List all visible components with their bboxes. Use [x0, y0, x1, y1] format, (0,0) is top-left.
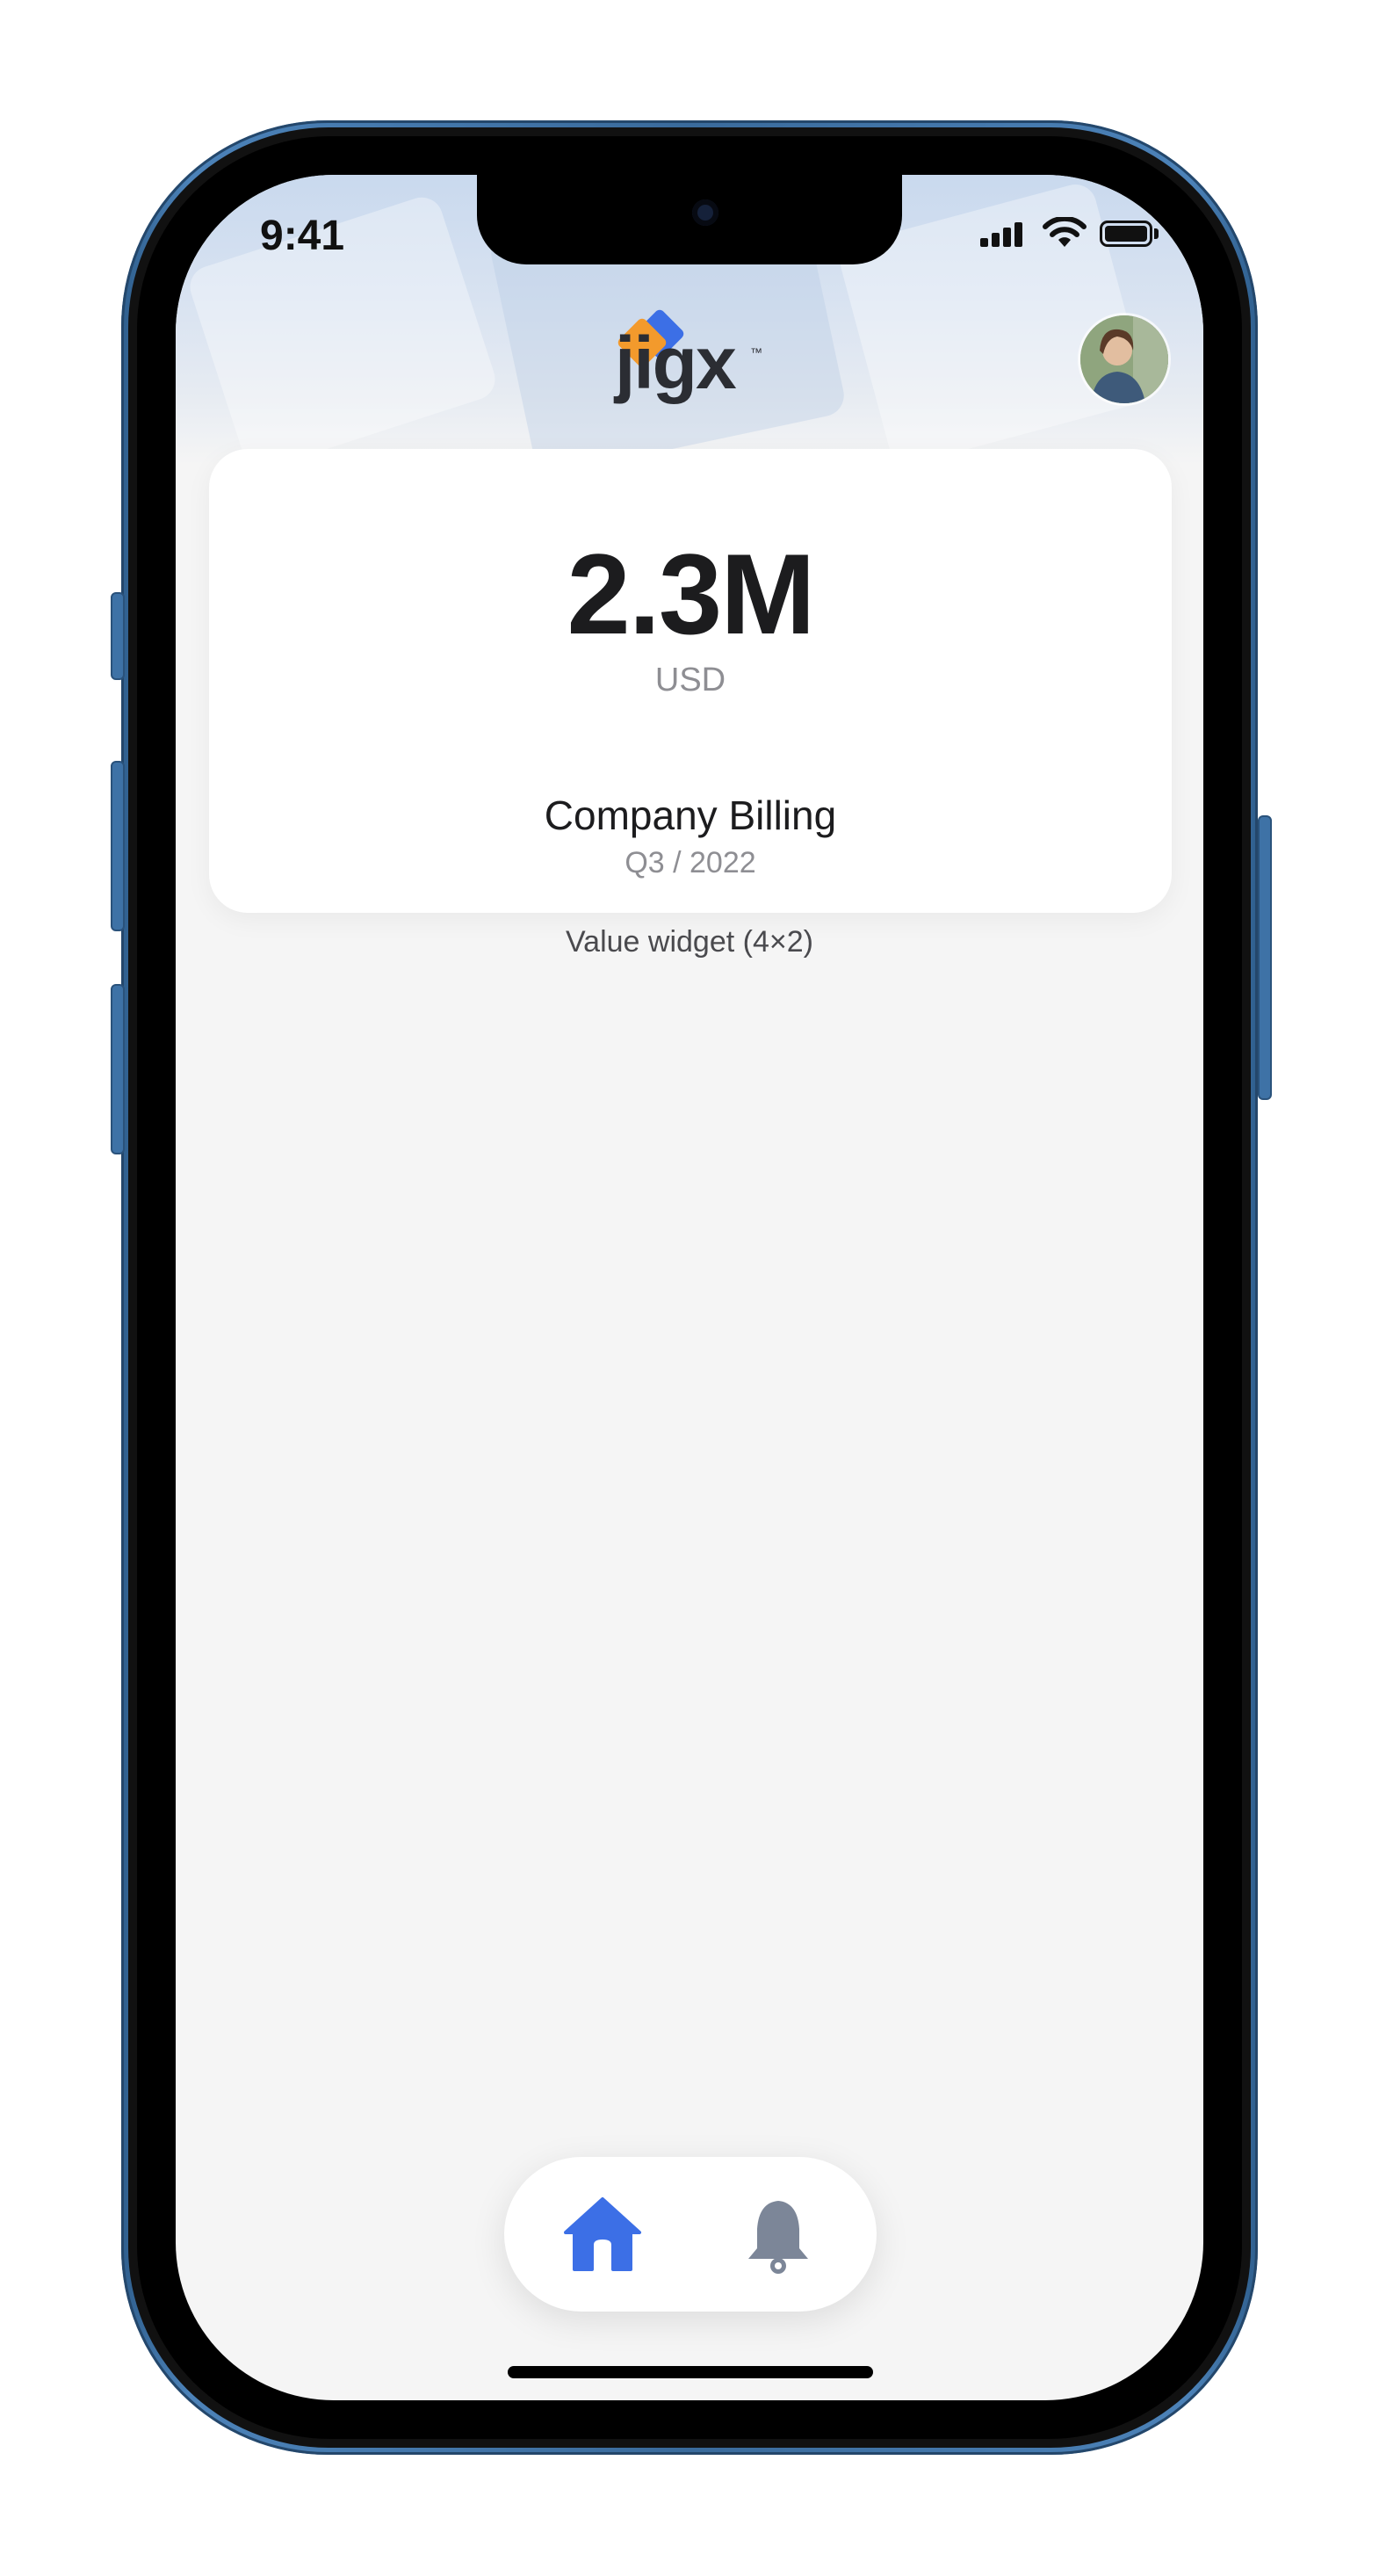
- trademark-symbol: ™: [750, 345, 762, 359]
- widget-unit: USD: [654, 662, 726, 698]
- user-avatar[interactable]: [1080, 315, 1168, 403]
- tab-home[interactable]: [559, 2190, 646, 2278]
- tab-notifications[interactable]: [734, 2190, 822, 2278]
- device-mockup: 9:41 jigx ™ 2.3M USD Company Billing Q3 …: [0, 0, 1379, 2576]
- avatar-photo-icon: [1080, 315, 1168, 403]
- bottom-tab-bar: [504, 2157, 877, 2312]
- widget-subtitle: Q3 / 2022: [625, 846, 756, 879]
- app-logo: jigx ™: [615, 308, 764, 412]
- volume-down-button: [111, 984, 125, 1154]
- logo-wordmark: jigx: [615, 322, 737, 404]
- power-button: [1258, 815, 1272, 1100]
- status-icons: [980, 217, 1165, 252]
- app-screen: 9:41 jigx ™ 2.3M USD Company Billing Q3 …: [176, 175, 1203, 2400]
- bell-icon: [748, 2201, 808, 2274]
- home-icon: [564, 2197, 641, 2271]
- silent-switch: [111, 592, 125, 680]
- battery-icon: [1100, 221, 1152, 247]
- device-notch: [477, 175, 902, 264]
- widget-caption: Value widget (4×2): [566, 925, 813, 959]
- widget-title: Company Billing: [544, 792, 837, 838]
- wifi-icon: [1043, 217, 1087, 247]
- status-time: 9:41: [260, 213, 345, 259]
- camera-icon: [692, 199, 718, 226]
- volume-up-button: [111, 761, 125, 931]
- widget-value: 2.3M: [567, 530, 815, 658]
- value-widget-card[interactable]: 2.3M USD Company Billing Q3 / 2022: [209, 449, 1172, 913]
- home-indicator[interactable]: [508, 2366, 873, 2378]
